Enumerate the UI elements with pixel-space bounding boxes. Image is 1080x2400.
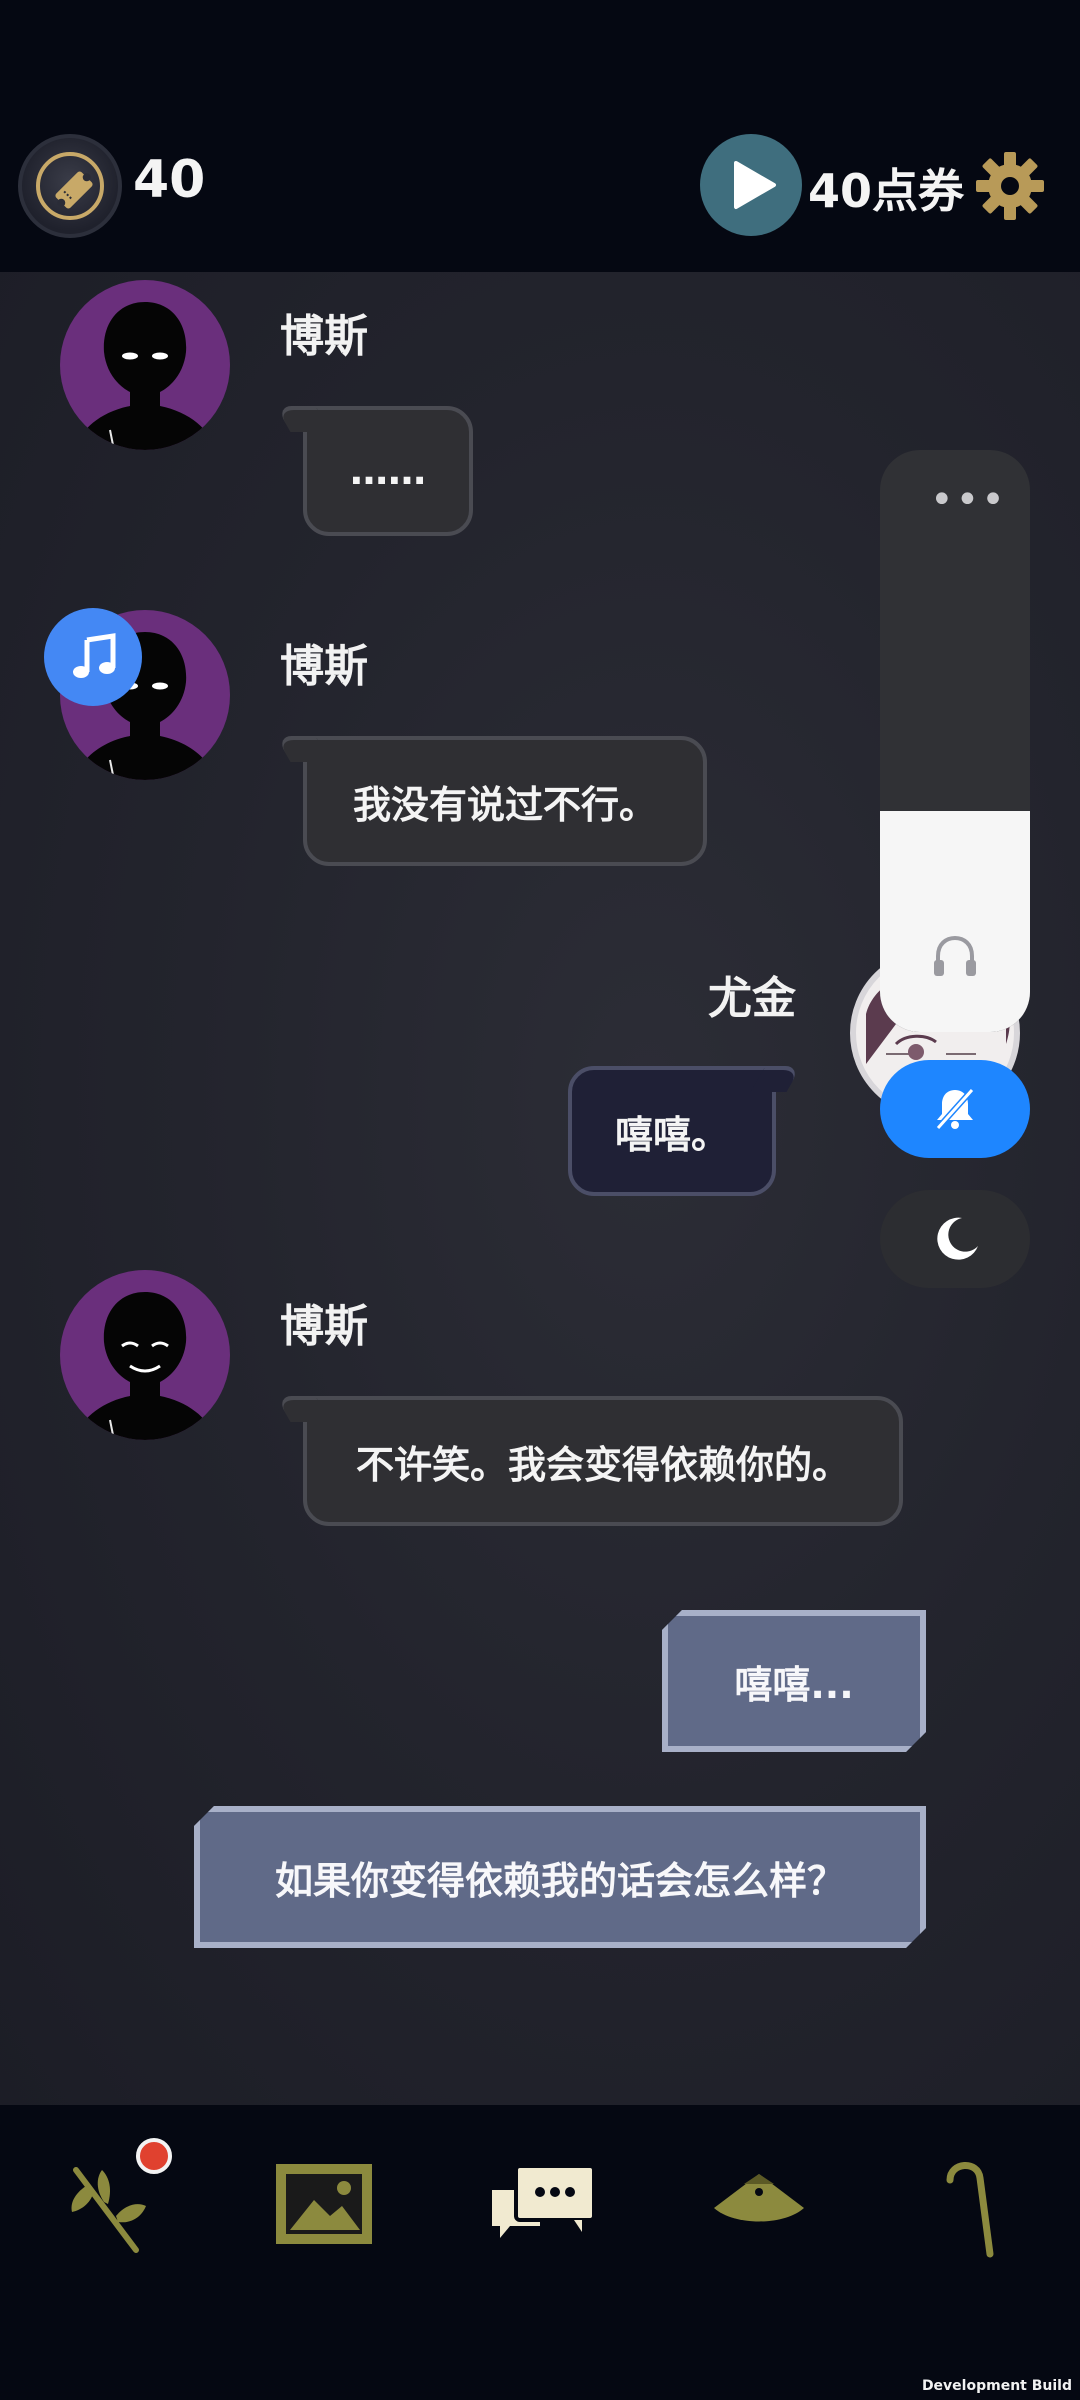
music-note-icon[interactable] — [44, 608, 142, 706]
fan-hat-icon[interactable] — [704, 2150, 814, 2260]
ticket-count: 40 — [133, 150, 206, 210]
top-bar — [0, 0, 1080, 272]
more-icon[interactable]: ••• — [930, 480, 1007, 520]
gear-icon[interactable] — [974, 150, 1046, 226]
message-bubble: …… — [303, 406, 473, 536]
moon-icon[interactable] — [880, 1190, 1030, 1288]
message-bubble: 嘻嘻。 — [568, 1066, 776, 1196]
play-ad-button[interactable] — [700, 134, 802, 236]
notification-badge — [136, 2138, 172, 2174]
speaker-name: 博斯 — [280, 311, 368, 362]
avatar-boss — [60, 1270, 230, 1440]
speaker-name: 博斯 — [280, 1301, 368, 1352]
volume-panel[interactable]: ••• — [880, 450, 1030, 1032]
speaker-name: 博斯 — [280, 641, 368, 692]
choice-button[interactable]: 如果你变得依赖我的话会怎么样？ — [194, 1806, 926, 1948]
gallery-image-icon[interactable] — [272, 2150, 382, 2260]
message-bubble: 不许笑。我会变得依赖你的。 — [303, 1396, 903, 1526]
points-label: 40点券 — [808, 164, 965, 218]
mute-bell-button[interactable] — [880, 1060, 1030, 1158]
cane-icon[interactable] — [920, 2150, 1030, 2260]
choice-button[interactable]: 嘻嘻... — [662, 1610, 926, 1752]
speaker-name: 尤金 — [708, 973, 796, 1024]
avatar-boss — [60, 280, 230, 450]
message-bubble: 我没有说过不行。 — [303, 736, 707, 866]
chat-bubbles-icon[interactable] — [488, 2150, 598, 2260]
dev-build-label: Development Build — [921, 2378, 1072, 2394]
volume-slider-fill[interactable] — [880, 811, 1030, 1032]
ticket-icon[interactable] — [18, 134, 122, 238]
